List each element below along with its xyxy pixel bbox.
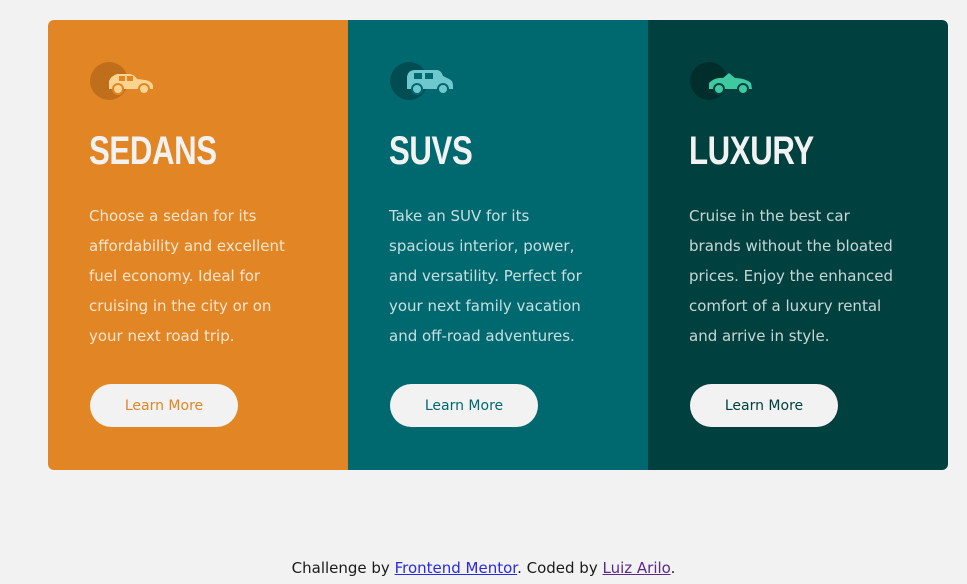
attribution-footer: Challenge by Frontend Mentor. Coded by L…	[0, 559, 967, 577]
card-suvs: SUVS Take an SUV for its spacious interi…	[348, 20, 648, 470]
card-grid: SEDANS Choose a sedan for its affordabil…	[48, 20, 948, 470]
learn-more-button[interactable]: Learn More	[90, 384, 238, 427]
footer-suffix: .	[670, 559, 676, 577]
footer-middle: . Coded by	[517, 559, 603, 577]
author-link[interactable]: Luiz Arilo	[602, 559, 670, 577]
card-sedans: SEDANS Choose a sedan for its affordabil…	[48, 20, 348, 470]
card-description: Choose a sedan for its affordability and…	[89, 207, 285, 345]
card-luxury: LUXURY Cruise in the best car brands wit…	[648, 20, 948, 470]
luxury-car-icon	[689, 61, 753, 101]
learn-more-button[interactable]: Learn More	[390, 384, 538, 427]
card-title: SUVS	[389, 129, 473, 173]
suv-car-icon	[389, 61, 453, 101]
sedan-car-icon	[89, 61, 153, 101]
card-description: Take an SUV for its spacious interior, p…	[389, 207, 582, 345]
card-title: LUXURY	[689, 129, 814, 173]
card-title: SEDANS	[89, 129, 217, 173]
frontend-mentor-link[interactable]: Frontend Mentor	[395, 559, 518, 577]
footer-prefix: Challenge by	[291, 559, 395, 577]
learn-more-button[interactable]: Learn More	[690, 384, 838, 427]
card-description: Cruise in the best car brands without th…	[689, 207, 893, 345]
